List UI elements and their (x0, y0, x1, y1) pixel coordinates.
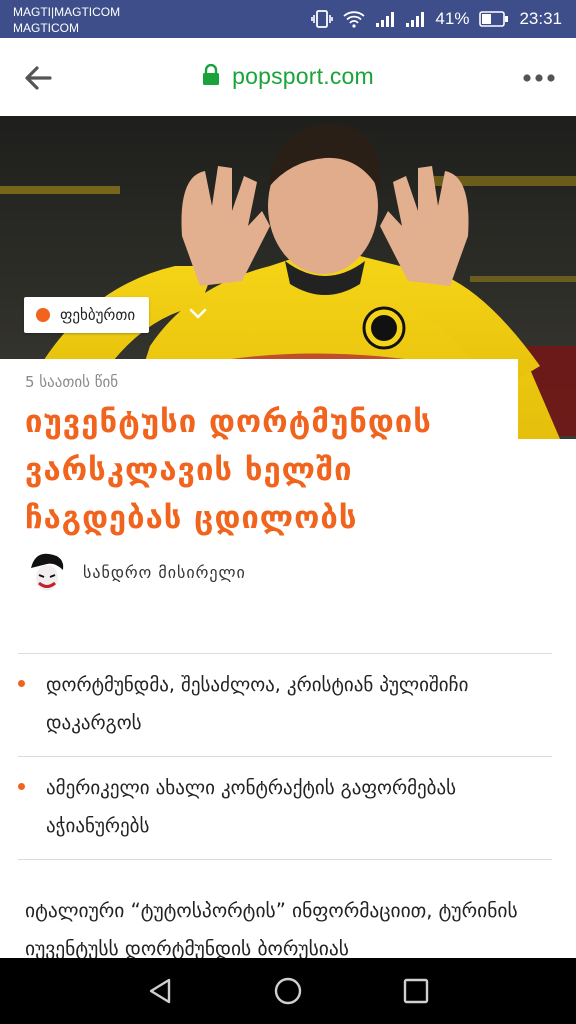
status-icons: 41% 23:31 (311, 0, 562, 38)
nav-back-icon[interactable] (145, 976, 175, 1006)
browser-toolbar: popsport.com (0, 38, 576, 117)
battery-icon (479, 11, 509, 27)
carrier-label: MAGTI|MAGTICOM MAGTICOM (13, 4, 120, 36)
category-chip[interactable]: ფეხბურთი (24, 297, 150, 333)
bullet-dot (18, 680, 25, 687)
author-block[interactable]: სანდრო მისირელი (25, 548, 246, 596)
system-nav-bar (0, 958, 576, 1024)
chevron-down-icon[interactable] (186, 304, 210, 324)
nav-recents-icon[interactable] (401, 976, 431, 1006)
lock-icon (203, 64, 220, 85)
bullet-text: დორტმუნდმა, შესაძლოა, კრისტიან პულიშიჩი … (46, 674, 469, 734)
url-display[interactable]: popsport.com (0, 63, 576, 90)
status-bar: MAGTI|MAGTICOM MAGTICOM 41% 23:31 (0, 0, 576, 38)
wifi-icon (343, 11, 366, 28)
article-body: იტალიური “ტუტოსპორტის” ინფორმაციით, ტური… (25, 899, 518, 960)
carrier-line-1: MAGTI|MAGTICOM (13, 5, 121, 19)
clock: 23:31 (519, 9, 562, 28)
author-name: სანდრო მისირელი (83, 562, 246, 582)
category-dot (36, 308, 50, 322)
url-text: popsport.com (232, 63, 374, 89)
list-item: ამერიკელი ახალი კონტრაქტის გაფორმებას აჭ… (18, 756, 552, 860)
list-item: დორტმუნდმა, შესაძლოა, კრისტიან პულიშიჩი … (18, 653, 552, 756)
avatar (25, 550, 69, 594)
bullet-dot (18, 783, 25, 790)
signal-icon-1 (376, 12, 395, 27)
author-avatar-illustration (25, 550, 69, 594)
summary-bullets: დორტმუნდმა, შესაძლოა, კრისტიან პულიშიჩი … (18, 653, 552, 860)
nav-home-icon[interactable] (273, 976, 303, 1006)
vibrate-icon (311, 10, 334, 28)
article-headline: იუვენტუსი დორტმუნდის ვარსკლავის ხელში ჩა… (25, 404, 432, 536)
carrier-line-2: MAGTICOM (13, 21, 79, 35)
battery-percent: 41% (435, 9, 470, 28)
bullet-text: ამერიკელი ახალი კონტრაქტის გაფორმებას აჭ… (46, 777, 457, 837)
article-time: 5 საათის წინ (25, 373, 119, 391)
category-label: ფეხბურთი (60, 306, 136, 324)
signal-icon-2 (406, 12, 425, 27)
more-vert-icon[interactable] (522, 68, 556, 88)
